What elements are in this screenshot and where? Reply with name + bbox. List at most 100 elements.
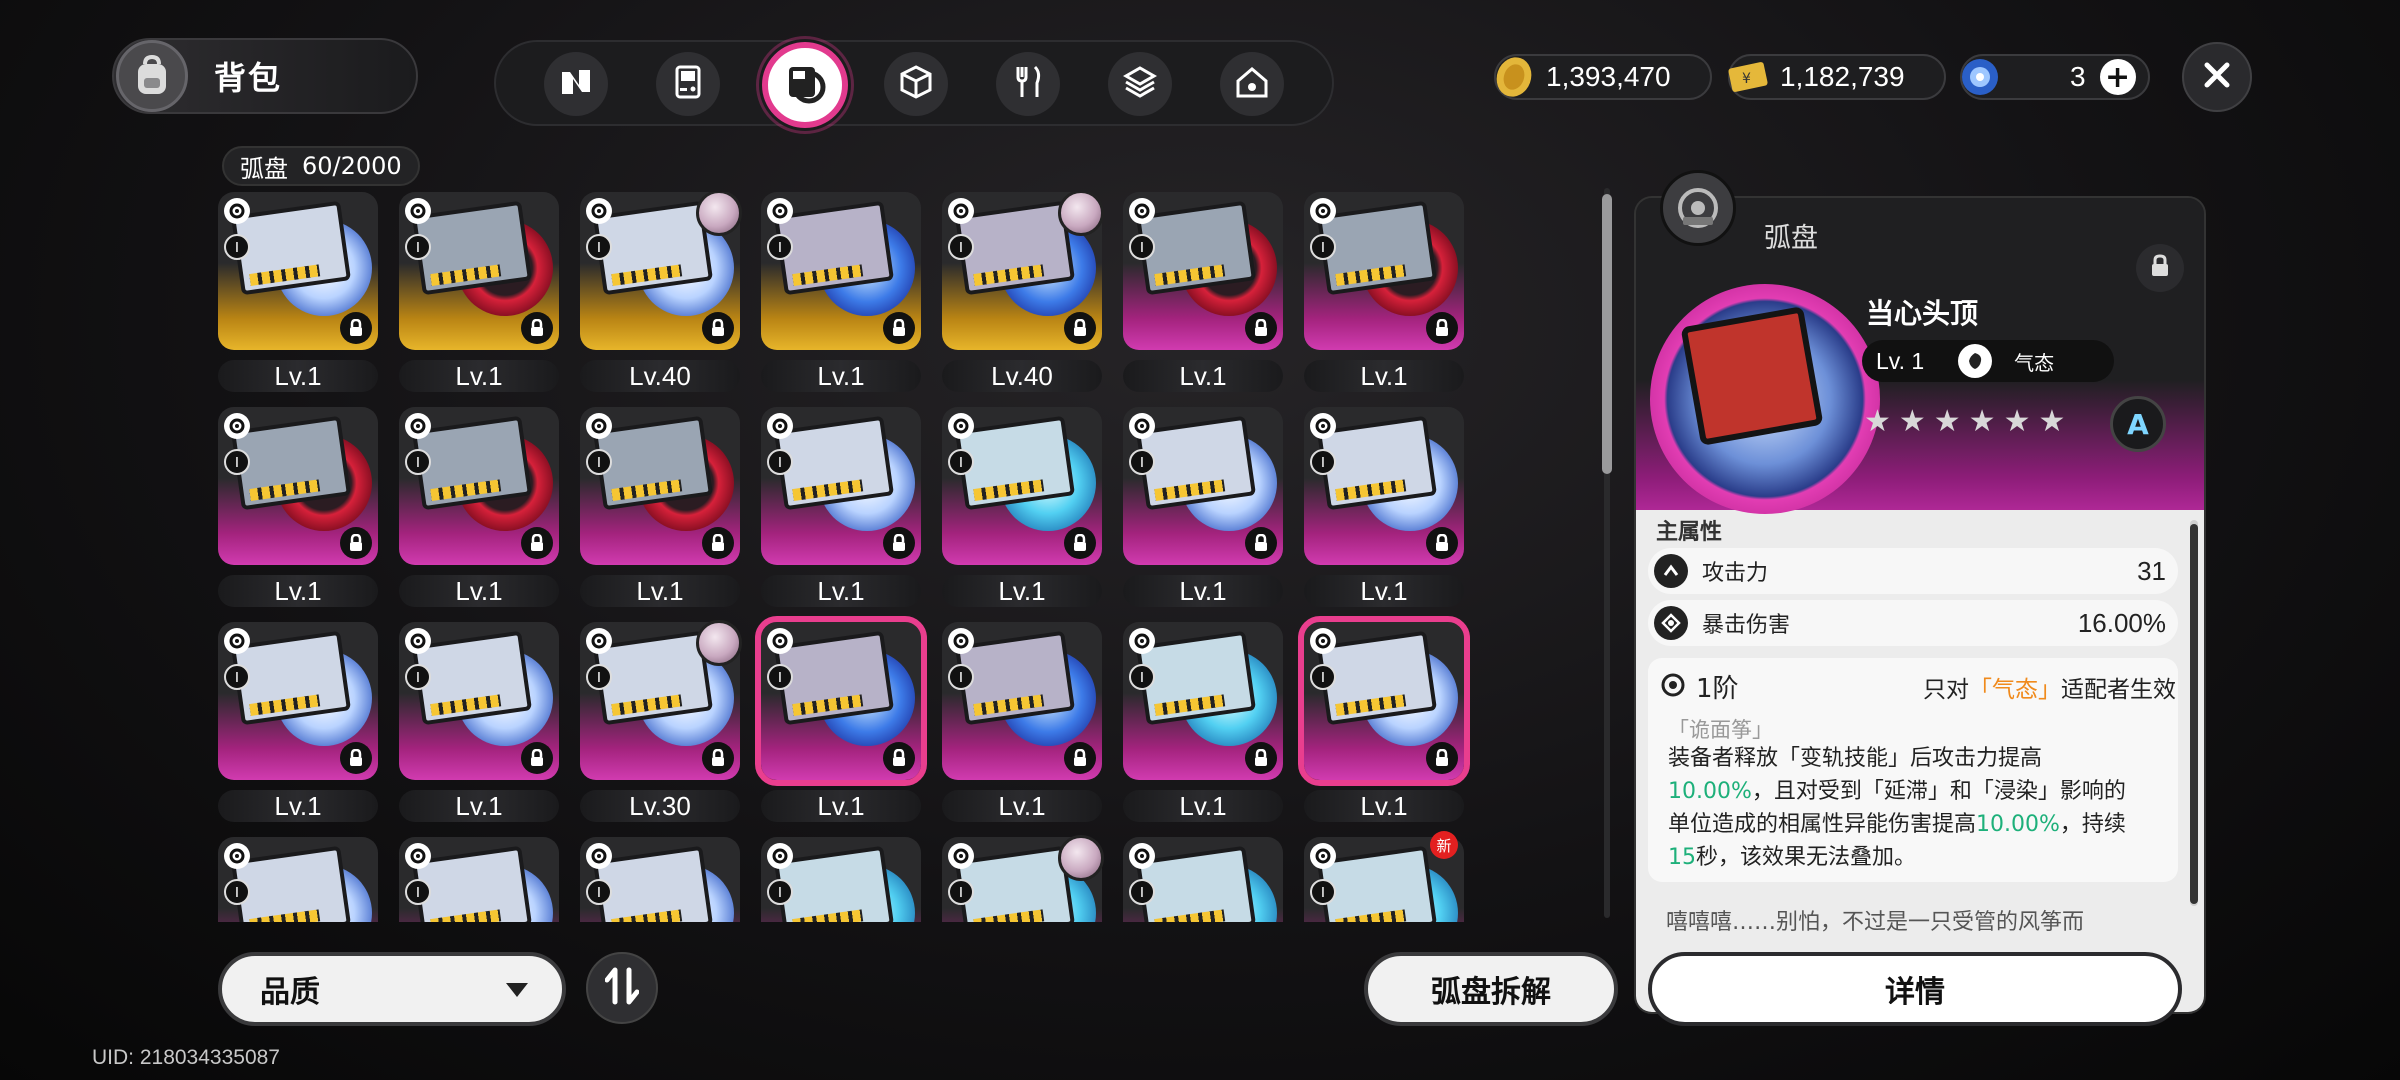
details-button[interactable]: 详情 — [1648, 952, 2182, 1026]
lock-icon[interactable] — [340, 742, 372, 774]
lock-icon[interactable] — [1064, 527, 1096, 559]
lock-icon — [2150, 254, 2170, 282]
lock-icon[interactable] — [883, 742, 915, 774]
disc-card[interactable]: I — [399, 407, 559, 565]
utensils-icon — [1013, 65, 1043, 103]
disc-slot[interactable]: I Lv.40 — [942, 192, 1104, 394]
tab-device[interactable] — [656, 52, 720, 116]
disc-slot[interactable]: I Lv.1 — [399, 192, 559, 394]
tab-materials[interactable] — [884, 52, 948, 116]
disc-card[interactable]: I — [1304, 192, 1464, 350]
disc-slot[interactable]: I — [218, 837, 378, 922]
disc-card[interactable]: I — [580, 407, 740, 565]
disc-card[interactable]: I — [1123, 837, 1283, 922]
disc-card[interactable]: I — [399, 837, 559, 922]
disc-card[interactable]: I — [942, 407, 1102, 565]
disc-card[interactable]: I — [580, 837, 740, 922]
lock-icon[interactable] — [1245, 742, 1277, 774]
disc-slot[interactable]: I Lv.1 — [218, 407, 378, 609]
disc-card[interactable]: I — [1304, 407, 1464, 565]
disc-slot[interactable]: I — [942, 835, 1104, 922]
tab-home[interactable] — [1220, 52, 1284, 116]
disc-card[interactable]: I — [399, 622, 559, 780]
disc-slot[interactable]: I Lv.1 — [1123, 622, 1283, 824]
disc-slot[interactable]: I Lv.1 — [942, 407, 1102, 609]
disc-card[interactable]: I — [761, 407, 921, 565]
grid-scroll-thumb[interactable] — [1602, 194, 1612, 474]
lock-icon[interactable] — [1245, 527, 1277, 559]
disc-card[interactable]: I — [218, 837, 378, 922]
dismantle-button[interactable]: 弧盘拆解 — [1364, 952, 1618, 1026]
lock-icon[interactable] — [1064, 312, 1096, 344]
disc-slot[interactable]: I Lv.1 — [1298, 616, 1470, 824]
disc-slot[interactable]: I Lv.30 — [580, 620, 742, 824]
disc-card[interactable]: I — [761, 192, 921, 350]
disc-slot[interactable]: I Lv.1 — [1304, 192, 1464, 394]
level-attribute-pill: Lv. 1 气态 — [1862, 340, 2114, 382]
dennies-value: 1,393,470 — [1546, 61, 1671, 92]
disc-slot[interactable]: I Lv.1 — [755, 616, 927, 824]
lock-icon[interactable] — [702, 312, 734, 344]
disc-slot[interactable]: I新 — [1304, 831, 1464, 922]
lock-icon[interactable] — [521, 742, 553, 774]
disc-card[interactable]: I — [218, 622, 378, 780]
lock-icon[interactable] — [702, 527, 734, 559]
add-polychrome-button[interactable]: + — [2099, 59, 2136, 95]
disc-slot[interactable]: I Lv.1 — [761, 407, 921, 609]
rank-a-icon: A — [2110, 396, 2166, 452]
case-strip — [430, 909, 502, 922]
disc-slot[interactable]: I Lv.1 — [761, 192, 921, 394]
tab-stack[interactable] — [1108, 52, 1172, 116]
lock-icon[interactable] — [1064, 742, 1096, 774]
disc-slot[interactable]: I — [761, 837, 921, 922]
disc-slot[interactable]: I — [399, 837, 559, 922]
tab-drive-disc[interactable] — [762, 42, 848, 128]
disc-slot[interactable]: I Lv.1 — [218, 192, 378, 394]
disc-card[interactable]: I — [761, 837, 921, 922]
tab-food[interactable] — [996, 52, 1060, 116]
disc-slot[interactable]: I — [1123, 837, 1283, 922]
disc-slot[interactable]: I Lv.1 — [1304, 407, 1464, 609]
lock-icon[interactable] — [702, 742, 734, 774]
disc-card[interactable]: I — [218, 407, 378, 565]
disc-card[interactable]: I — [399, 192, 559, 350]
disc-card[interactable]: I — [755, 616, 927, 786]
disc-card[interactable]: I — [218, 192, 378, 350]
tab-drive-n[interactable] — [544, 52, 608, 116]
disc-slot[interactable]: I Lv.1 — [218, 622, 378, 824]
category-tabbar — [494, 40, 1334, 128]
disc-slot[interactable]: I Lv.40 — [580, 192, 742, 394]
disc-slot[interactable]: I Lv.1 — [580, 407, 740, 609]
sort-dropdown[interactable]: 品质 — [218, 952, 566, 1026]
set-type-icon — [1129, 843, 1155, 869]
lock-icon[interactable] — [340, 312, 372, 344]
disc-slot[interactable]: I Lv.1 — [399, 622, 559, 824]
disc-slot[interactable]: I Lv.1 — [399, 407, 559, 609]
rank-label: A — [2127, 407, 2149, 441]
lock-icon[interactable] — [1426, 527, 1458, 559]
close-button[interactable] — [2182, 42, 2252, 112]
lock-icon[interactable] — [1426, 742, 1458, 774]
lock-toggle[interactable] — [2136, 244, 2184, 292]
lock-icon[interactable] — [883, 527, 915, 559]
lock-icon[interactable] — [521, 312, 553, 344]
lock-icon[interactable] — [340, 527, 372, 559]
lock-icon[interactable] — [883, 312, 915, 344]
lock-icon[interactable] — [1426, 312, 1458, 344]
disc-card[interactable]: I — [1123, 622, 1283, 780]
detail-scroll-thumb[interactable] — [2190, 524, 2198, 904]
lock-icon[interactable] — [521, 527, 553, 559]
disc-card[interactable]: I — [1123, 407, 1283, 565]
disc-card[interactable]: I — [1298, 616, 1470, 786]
disc-slot[interactable]: I Lv.1 — [942, 622, 1102, 824]
inventory-capacity: 60/2000 — [302, 152, 402, 180]
disc-slot[interactable]: I Lv.1 — [1123, 407, 1283, 609]
disc-slot[interactable]: I — [580, 837, 740, 922]
set-tier-icon — [1660, 672, 1686, 702]
lock-icon[interactable] — [1245, 312, 1277, 344]
disc-card[interactable]: I — [1123, 192, 1283, 350]
disc-card[interactable]: I — [942, 622, 1102, 780]
sort-order-button[interactable] — [586, 952, 658, 1024]
disc-tier: I — [586, 879, 612, 905]
disc-slot[interactable]: I Lv.1 — [1123, 192, 1283, 394]
